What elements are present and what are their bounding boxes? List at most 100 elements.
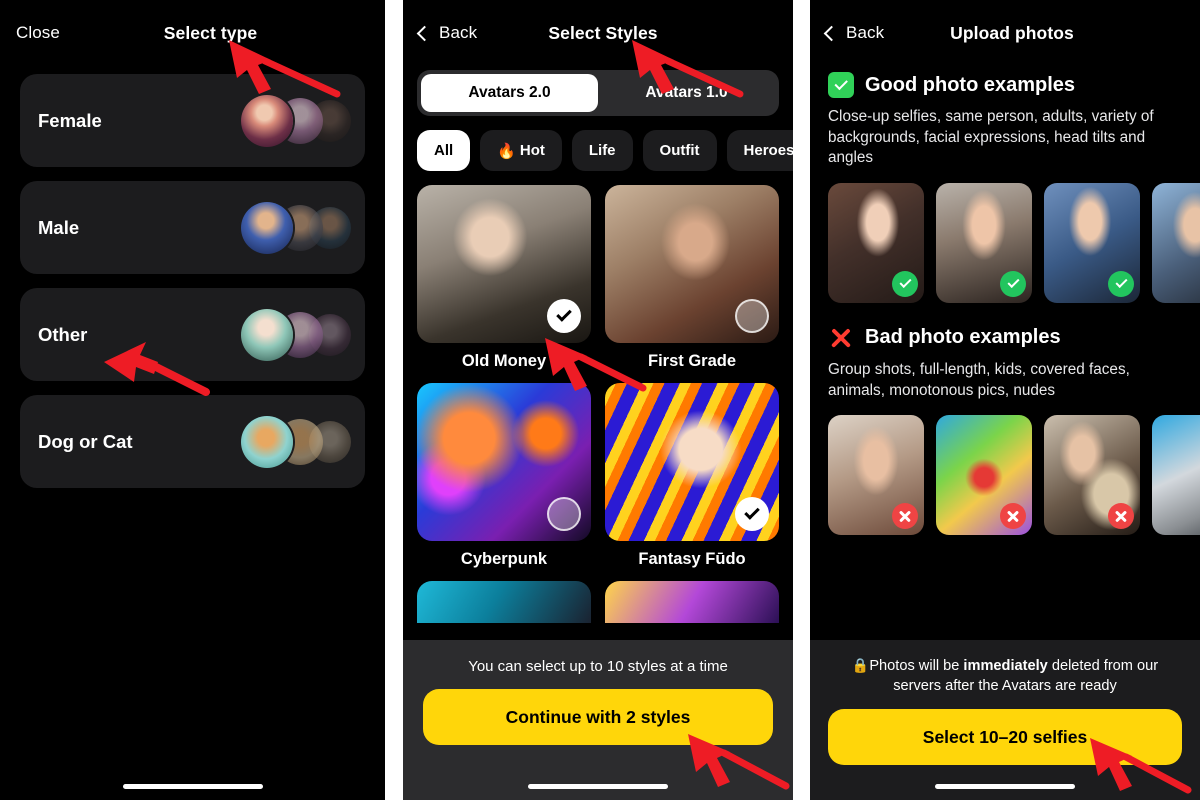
continue-with-styles-button[interactable]: Continue with 2 styles (423, 689, 773, 745)
phone-screen-select-styles: Back Select Styles Avatars 2.0 Avatars 1… (403, 0, 793, 800)
good-photo-example (828, 182, 924, 303)
avatar (241, 308, 293, 361)
type-option-other[interactable]: Other (20, 288, 365, 381)
home-indicator (935, 784, 1075, 789)
privacy-bottom-sheet: 🔒Photos will be immediately deleted from… (810, 640, 1200, 800)
back-button[interactable]: Back (416, 23, 478, 43)
screenshot-stage: Close Select type Female Male Other Dog … (0, 0, 1200, 800)
phone-screen-select-type: Close Select type Female Male Other Dog … (0, 0, 385, 800)
bad-photo-example (1152, 415, 1200, 536)
chip-label: Life (588, 142, 616, 159)
good-photo-example (936, 182, 1032, 303)
checkmark-badge-selected[interactable] (735, 497, 769, 531)
style-card-cyberpunk[interactable]: Cyberpunk (417, 383, 591, 569)
style-card-next-row-left[interactable] (417, 581, 591, 623)
panel-divider (793, 0, 810, 800)
type-option-label: Dog or Cat (38, 430, 133, 452)
panel-divider (385, 0, 403, 800)
red-cross-badge-icon (1000, 503, 1026, 530)
navbar-upload-photos: Back Upload photos (810, 0, 1200, 66)
type-option-dog-or-cat[interactable]: Dog or Cat (20, 395, 365, 488)
avatar-stack (241, 93, 351, 149)
style-card-label: Old Money (461, 352, 547, 370)
red-cross-badge-icon (1108, 503, 1134, 530)
green-check-icon (828, 72, 854, 98)
chip-hot[interactable]: 🔥 Hot (480, 130, 562, 171)
good-photo-example (1044, 182, 1140, 303)
bad-photos-heading: Bad photo examples (810, 303, 1200, 351)
chip-all[interactable]: All (417, 130, 471, 171)
privacy-prefix: Photos will be (869, 658, 964, 674)
back-button-label: Back (439, 23, 478, 42)
good-photo-examples-row[interactable] (810, 169, 1200, 303)
checkmark-badge-selected[interactable] (547, 299, 581, 333)
bad-photo-example (936, 415, 1032, 536)
bad-photos-description: Group shots, full-length, kids, covered … (828, 360, 1130, 399)
navbar-select-type: Close Select type (0, 0, 385, 66)
bad-photo-example (1044, 415, 1140, 536)
avatar (241, 94, 293, 147)
check-icon (556, 306, 572, 322)
style-thumbnail[interactable] (605, 383, 779, 541)
style-card-next-row-right[interactable] (605, 581, 779, 623)
check-icon (744, 504, 760, 520)
chip-heroes[interactable]: Heroes (726, 130, 793, 171)
chip-outfit[interactable]: Outfit (642, 130, 717, 171)
tab-avatars-1-0[interactable]: Avatars 1.0 (598, 74, 775, 112)
checkmark-badge-unselected[interactable] (547, 497, 581, 531)
style-card-label: Fantasy Fūdo (638, 550, 746, 568)
bad-photo-examples-row[interactable] (810, 401, 1200, 536)
avatar (241, 201, 293, 254)
chevron-left-icon (416, 25, 433, 41)
type-option-male[interactable]: Male (20, 181, 365, 274)
styles-bottom-sheet: You can select up to 10 styles at a time… (403, 640, 793, 800)
good-photo-example (1152, 182, 1200, 303)
fire-icon: 🔥 (497, 142, 516, 160)
style-card-old-money[interactable]: Old Money (417, 185, 591, 371)
privacy-emphasis: immediately (963, 658, 1048, 674)
style-card-label: First Grade (647, 352, 737, 370)
back-button[interactable]: Back (823, 23, 885, 43)
avatars-version-segmented-control[interactable]: Avatars 2.0 Avatars 1.0 (417, 70, 779, 116)
select-selfies-button[interactable]: Select 10–20 selfies (828, 709, 1182, 766)
tab-avatars-2-0[interactable]: Avatars 2.0 (421, 74, 598, 112)
avatar-stack (241, 307, 351, 363)
phone-screen-upload-photos: Back Upload photos Good photo examples C… (810, 0, 1200, 800)
green-check-badge-icon (892, 270, 918, 297)
home-indicator (122, 784, 263, 789)
close-button[interactable]: Close (16, 23, 60, 43)
chip-label: Heroes (743, 142, 793, 159)
red-cross-badge-icon (892, 503, 918, 530)
style-thumbnail[interactable] (417, 383, 591, 541)
good-photos-description: Close-up selfies, same person, adults, v… (828, 108, 1154, 167)
navbar-select-styles: Back Select Styles (403, 0, 793, 66)
style-thumbnail[interactable] (417, 581, 591, 623)
avatar-stack (241, 414, 351, 470)
type-option-label: Other (38, 323, 88, 345)
home-indicator (528, 784, 668, 789)
style-card-first-grade[interactable]: First Grade (605, 185, 779, 371)
chip-label: Hot (519, 142, 545, 159)
privacy-notice: 🔒Photos will be immediately deleted from… (828, 656, 1182, 696)
good-photos-title: Good photo examples (865, 73, 1076, 96)
chip-label: Outfit (659, 142, 700, 159)
avatar-stack (241, 200, 351, 256)
checkmark-badge-unselected[interactable] (735, 299, 769, 333)
type-option-female[interactable]: Female (20, 74, 365, 167)
type-option-label: Female (38, 109, 102, 131)
chip-life[interactable]: Life (571, 130, 633, 171)
type-option-label: Male (38, 216, 80, 238)
chip-label: All (434, 142, 454, 159)
style-thumbnail[interactable] (605, 581, 779, 623)
style-card-fantasy-fudo[interactable]: Fantasy Fūdo (605, 383, 779, 569)
green-check-badge-icon (1108, 270, 1134, 297)
green-check-badge-icon (1000, 270, 1026, 297)
style-thumbnail[interactable] (417, 185, 591, 343)
style-thumbnail[interactable] (605, 185, 779, 343)
style-card-label: Cyberpunk (460, 550, 548, 568)
bad-photos-title: Bad photo examples (865, 326, 1061, 349)
style-grid: Old Money First Grade Cyberpunk Fantasy … (403, 185, 793, 623)
lock-icon: 🔒 (851, 657, 870, 673)
category-chip-row[interactable]: All 🔥 Hot Life Outfit Heroes (403, 116, 793, 185)
back-button-label: Back (846, 23, 885, 42)
